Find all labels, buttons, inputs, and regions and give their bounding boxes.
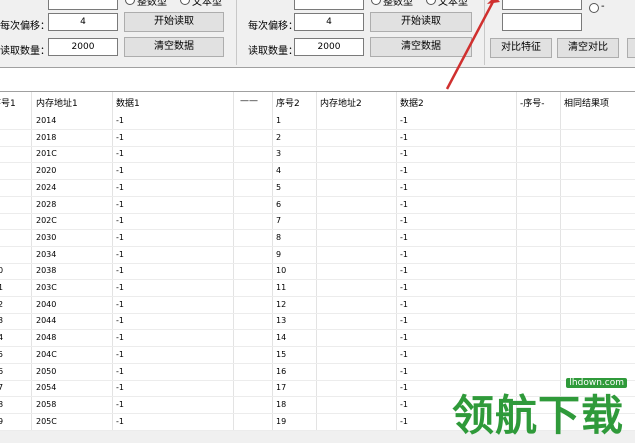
watermark: lhdown.com 领航下载 <box>448 372 635 440</box>
watermark-brand: 领航下载 <box>452 391 625 440</box>
annotation-arrow <box>445 0 500 90</box>
